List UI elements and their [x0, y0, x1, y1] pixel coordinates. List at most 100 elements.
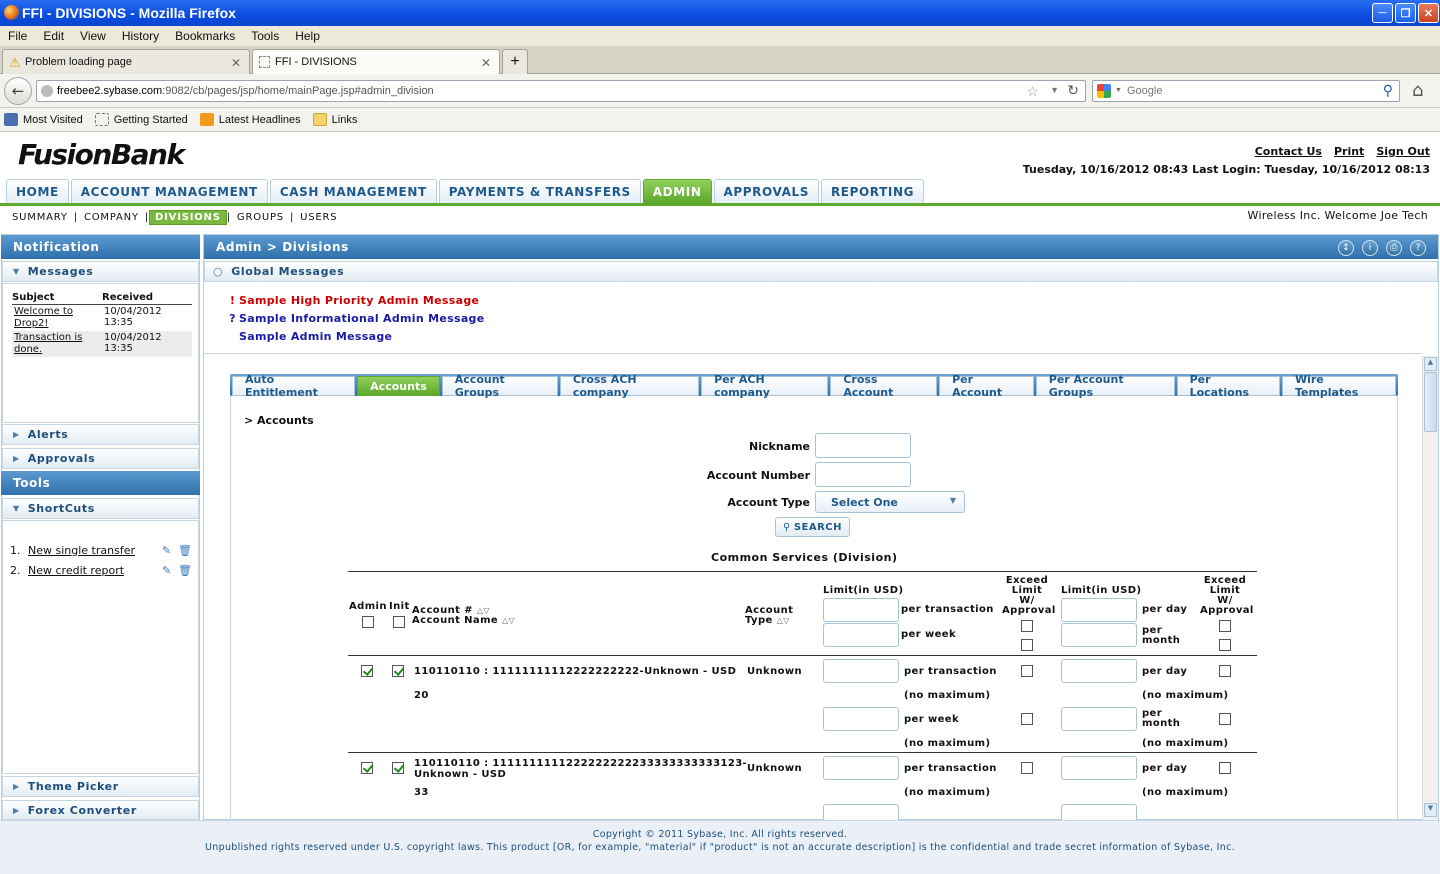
limit-day-header-input[interactable] [1061, 598, 1137, 622]
main-scrollbar[interactable]: ▲ ▼ [1422, 356, 1438, 820]
subnav-divisions[interactable]: DIVISIONS [149, 209, 227, 225]
dropdown-arrow-icon[interactable]: ▼ [1050, 85, 1059, 95]
message-subject[interactable]: Drop2! [14, 318, 48, 329]
subnav-groups[interactable]: GROUPS [231, 212, 290, 223]
limit-transaction-input[interactable] [823, 756, 899, 780]
info-icon[interactable]: i [1362, 240, 1378, 256]
subnav-company[interactable]: COMPANY [78, 212, 145, 223]
url-bar[interactable]: freebee2.sybase.com:9082/cb/pages/jsp/ho… [36, 80, 1086, 102]
init-checkbox[interactable] [392, 665, 404, 677]
admin-checkbox[interactable] [361, 665, 373, 677]
nav-reporting[interactable]: REPORTING [820, 179, 925, 203]
limit-month-input[interactable] [1061, 804, 1137, 820]
limit-transaction-input[interactable] [823, 659, 899, 683]
trash-icon[interactable]: 🗑 [178, 544, 192, 557]
browser-tab-divisions[interactable]: FFI - DIVISIONS ✕ [252, 49, 500, 74]
limit-week-header-input[interactable] [823, 623, 899, 647]
account-number-input[interactable] [815, 462, 911, 487]
menu-file[interactable]: File [0, 29, 35, 43]
exceed-day-checkbox[interactable] [1219, 665, 1231, 677]
maximize-button[interactable]: ❐ [1395, 3, 1416, 23]
bookmark-star-icon[interactable]: ☆ [1026, 83, 1039, 100]
exceed-week-checkbox[interactable] [1021, 713, 1033, 725]
contact-us-link[interactable]: Contact Us [1255, 145, 1322, 158]
approvals-section-header[interactable]: ▶ Approvals [2, 448, 199, 469]
edit-icon[interactable]: ✎ [162, 544, 178, 557]
theme-picker-header[interactable]: ▶ Theme Picker [2, 776, 199, 797]
tab-accounts[interactable]: Accounts [357, 376, 440, 396]
sign-out-link[interactable]: Sign Out [1376, 145, 1430, 158]
menu-help[interactable]: Help [287, 29, 328, 43]
dropdown-arrow-icon[interactable]: ▼ [1115, 87, 1122, 94]
bookmark-links[interactable]: Links [312, 113, 357, 126]
close-tab-icon[interactable]: ✕ [481, 56, 491, 70]
home-icon[interactable]: ⌂ [1412, 80, 1423, 101]
nav-approvals[interactable]: APPROVALS [713, 179, 819, 203]
sort-icon[interactable]: △▽ [477, 606, 490, 615]
admin-select-all-checkbox[interactable] [362, 616, 374, 628]
print-link[interactable]: Print [1334, 145, 1364, 158]
tab-cross-ach-company[interactable]: Cross ACH company [559, 373, 700, 399]
close-window-button[interactable]: ✕ [1418, 3, 1439, 23]
subnav-users[interactable]: USERS [294, 212, 343, 223]
tab-per-locations[interactable]: Per Locations [1176, 373, 1280, 399]
search-icon[interactable]: ⚲ [1383, 82, 1393, 99]
sort-icon[interactable]: △▽ [502, 616, 515, 625]
scroll-down-arrow-icon[interactable]: ▼ [1424, 803, 1437, 817]
nav-account-management[interactable]: ACCOUNT MANAGEMENT [70, 179, 268, 203]
nickname-input[interactable] [815, 433, 911, 458]
menu-bookmarks[interactable]: Bookmarks [167, 29, 243, 43]
tab-account-groups[interactable]: Account Groups [441, 373, 558, 399]
help-icon[interactable]: ? [1410, 240, 1426, 256]
exceed-day-all-checkbox[interactable] [1219, 620, 1231, 632]
bookmark-getting-started[interactable]: Getting Started [94, 113, 188, 126]
limit-transaction-header-input[interactable] [823, 598, 899, 622]
shortcuts-section-header[interactable]: ▼ ShortCuts [2, 498, 199, 519]
menu-view[interactable]: View [72, 29, 114, 43]
message-subject[interactable]: Transaction is [14, 332, 82, 343]
message-row[interactable]: Transaction is done. 10/04/2012 13:35 [12, 331, 192, 357]
forex-converter-header[interactable]: ▶ Forex Converter [2, 800, 199, 820]
reload-icon[interactable]: ↻ [1067, 82, 1079, 99]
nav-admin[interactable]: ADMIN [642, 179, 712, 203]
nav-cash-management[interactable]: CASH MANAGEMENT [269, 179, 437, 203]
tab-per-account[interactable]: Per Account [939, 373, 1034, 399]
limit-month-input[interactable] [1061, 707, 1137, 731]
exceed-week-all-checkbox[interactable] [1021, 639, 1033, 651]
exceed-transaction-checkbox[interactable] [1021, 762, 1033, 774]
new-tab-button[interactable]: + [502, 49, 528, 74]
tab-auto-entitlement[interactable]: Auto Entitlement [232, 373, 356, 399]
exceed-transaction-all-checkbox[interactable] [1021, 620, 1033, 632]
alerts-section-header[interactable]: ▶ Alerts [2, 424, 199, 445]
shortcut-link[interactable]: New single transfer [28, 544, 162, 557]
limit-week-input[interactable] [823, 707, 899, 731]
print-icon[interactable]: ⎙ [1386, 240, 1402, 256]
tab-cross-account[interactable]: Cross Account [830, 373, 938, 399]
menu-edit[interactable]: Edit [35, 29, 72, 43]
close-tab-icon[interactable]: ✕ [231, 56, 241, 70]
message-row[interactable]: Welcome to Drop2! 10/04/2012 13:35 [12, 305, 192, 331]
exceed-month-checkbox[interactable] [1219, 713, 1231, 725]
scroll-up-arrow-icon[interactable]: ▲ [1424, 357, 1437, 371]
messages-section-header[interactable]: ▼ Messages [2, 261, 199, 282]
admin-checkbox[interactable] [361, 762, 373, 774]
menu-history[interactable]: History [114, 29, 167, 43]
init-select-all-checkbox[interactable] [393, 616, 405, 628]
menu-tools[interactable]: Tools [243, 29, 287, 43]
sort-icon[interactable]: △▽ [777, 616, 790, 625]
limit-week-input[interactable] [823, 804, 899, 820]
nav-payments-transfers[interactable]: PAYMENTS & TRANSFERS [438, 179, 641, 203]
scroll-thumb[interactable] [1424, 372, 1437, 432]
message-subject[interactable]: Welcome to [14, 306, 73, 317]
exceed-transaction-checkbox[interactable] [1021, 665, 1033, 677]
back-button[interactable]: ← [4, 77, 32, 105]
init-checkbox[interactable] [392, 762, 404, 774]
edit-icon[interactable]: ✎ [162, 564, 178, 577]
tab-wire-templates[interactable]: Wire Templates [1281, 373, 1396, 399]
bookmark-most-visited[interactable]: Most Visited [4, 113, 83, 126]
col-account-name[interactable]: Account Name △▽ [412, 615, 515, 626]
exceed-day-checkbox[interactable] [1219, 762, 1231, 774]
tab-per-account-groups[interactable]: Per Account Groups [1035, 373, 1175, 399]
limit-day-input[interactable] [1061, 659, 1137, 683]
browser-tab-problem[interactable]: ⚠ Problem loading page ✕ [2, 49, 250, 74]
